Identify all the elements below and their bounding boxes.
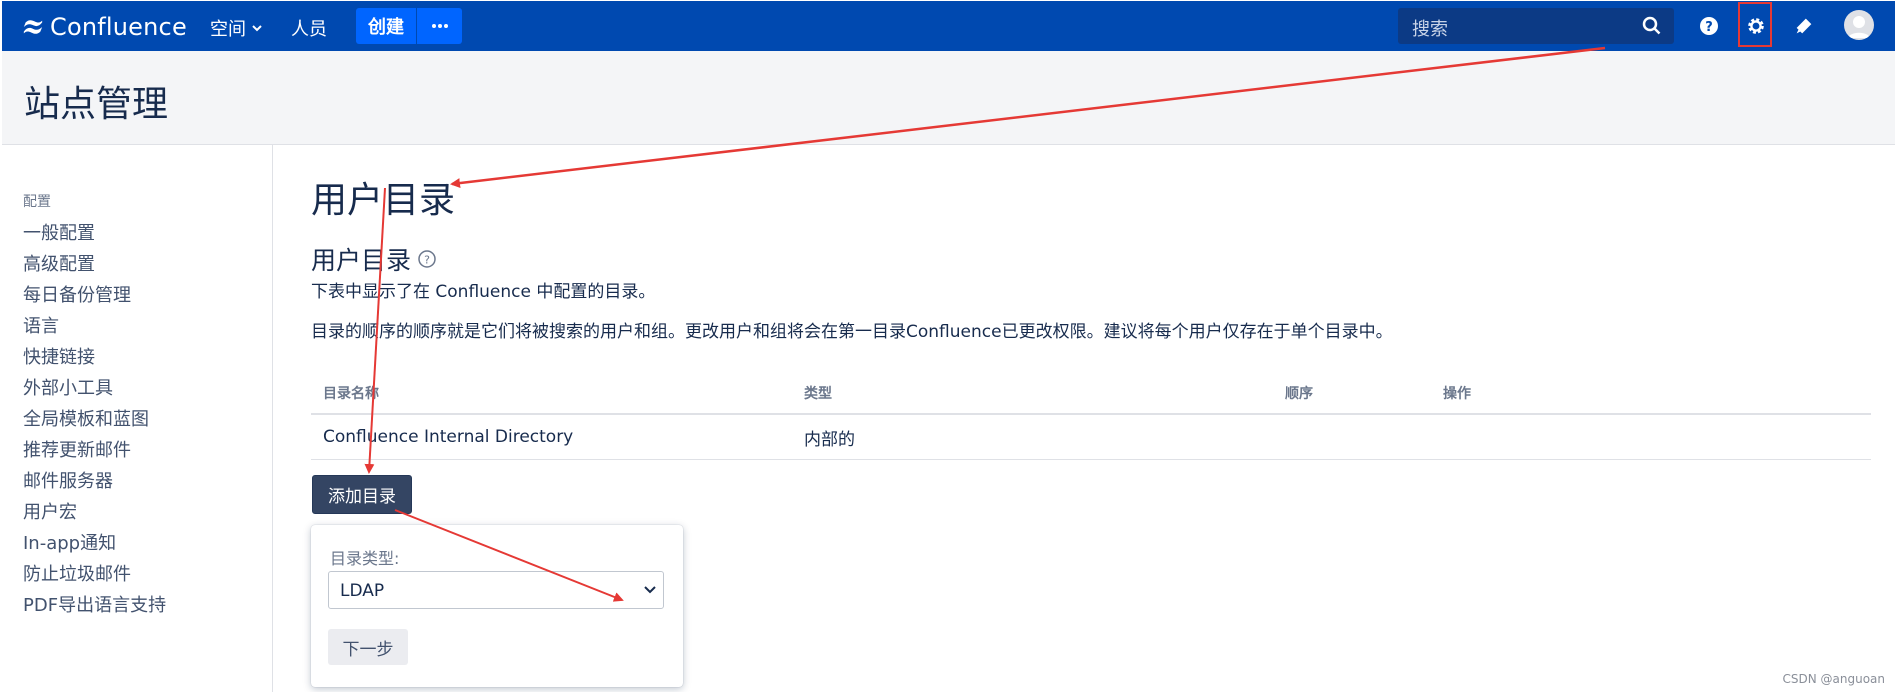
column-header-name: 目录名称 [311, 373, 792, 415]
section-title: 用户目录 ? [311, 241, 437, 277]
sidebar-item-in-app-notifications[interactable]: In-app通知 [23, 529, 116, 555]
sidebar-item-shortcut-links[interactable]: 快捷链接 [23, 343, 95, 369]
settings-highlight-box [1738, 2, 1772, 47]
section-title-text: 用户目录 [311, 246, 412, 275]
directory-type-value: LDAP [340, 581, 385, 601]
more-button[interactable] [417, 8, 462, 44]
main-content: 用户目录 用户目录 ? 下表中显示了在 Confluence 中配置的目录。 目… [273, 145, 1895, 692]
add-directory-popup: 目录类型: LDAP 下一步 [311, 525, 683, 687]
sidebar-item-templates[interactable]: 全局模板和蓝图 [23, 405, 149, 431]
directory-order-note: 目录的顺序的顺序就是它们将被搜索的用户和组。更改用户和组将会在第一目录Confl… [311, 322, 1393, 342]
main-title: 用户目录 [311, 180, 456, 221]
page-header: 站点管理 [2, 51, 1895, 145]
description-text: 下表中显示了在 Confluence 中配置的目录。 [311, 282, 656, 302]
table-header-row: 目录名称 类型 顺序 操作 [311, 373, 1871, 415]
user-icon [1848, 16, 1870, 38]
sidebar-heading: 配置 [23, 194, 51, 210]
spaces-label: 空间 [210, 19, 246, 40]
sidebar-item-mail-servers[interactable]: 邮件服务器 [23, 467, 113, 493]
directory-actions-cell [1431, 414, 1871, 460]
question-mark-icon[interactable]: ? [417, 249, 437, 269]
watermark: CSDN @anguoan [1782, 672, 1885, 686]
directory-type-select[interactable]: LDAP [328, 571, 664, 609]
ellipsis-icon [431, 24, 448, 28]
sidebar-item-general-config[interactable]: 一般配置 [23, 219, 95, 245]
confluence-logo[interactable]: Confluence [22, 13, 187, 41]
logo-text: Confluence [50, 13, 187, 41]
help-icon: ? [1700, 17, 1718, 35]
megaphone-icon [1796, 18, 1812, 34]
sidebar-item-language[interactable]: 语言 [23, 312, 59, 338]
search-placeholder: 搜索 [1412, 19, 1448, 40]
search-icon[interactable] [1642, 16, 1662, 36]
notifications-button[interactable] [1791, 13, 1817, 39]
sidebar-item-advanced-config[interactable]: 高级配置 [23, 250, 95, 276]
directory-order-cell [1273, 414, 1431, 460]
sidebar: 配置 一般配置 高级配置 每日备份管理 语言 快捷链接 外部小工具 全局模板和蓝… [2, 145, 273, 692]
sidebar-item-user-macros[interactable]: 用户宏 [23, 498, 77, 524]
sidebar-item-pdf-language[interactable]: PDF导出语言支持 [23, 591, 166, 617]
add-directory-button[interactable]: 添加目录 [312, 475, 412, 514]
column-header-type: 类型 [792, 373, 1273, 415]
directory-table: 目录名称 类型 顺序 操作 Confluence Internal Direct… [311, 373, 1871, 460]
top-navigation-bar: Confluence 空间 人员 创建 搜索 ? [2, 1, 1895, 51]
sidebar-item-backup[interactable]: 每日备份管理 [23, 281, 131, 307]
directory-name-cell: Confluence Internal Directory [311, 414, 792, 460]
svg-text:?: ? [1705, 20, 1713, 35]
table-row: Confluence Internal Directory 内部的 [311, 414, 1871, 460]
chevron-down-icon [252, 25, 262, 32]
people-link[interactable]: 人员 [291, 15, 327, 41]
directory-type-cell: 内部的 [792, 414, 1273, 460]
directory-type-label: 目录类型: [330, 549, 400, 568]
create-button[interactable]: 创建 [356, 8, 416, 44]
sidebar-item-spam-prevention[interactable]: 防止垃圾邮件 [23, 560, 131, 586]
column-header-actions: 操作 [1431, 373, 1871, 415]
sidebar-item-gadgets[interactable]: 外部小工具 [23, 374, 113, 400]
avatar[interactable] [1844, 10, 1874, 40]
page-title: 站点管理 [24, 84, 169, 125]
people-label: 人员 [291, 19, 327, 40]
chevron-down-icon [644, 586, 656, 594]
confluence-logo-icon [23, 20, 43, 34]
help-button[interactable]: ? [1696, 13, 1722, 39]
spaces-menu[interactable]: 空间 [210, 15, 263, 41]
search-input[interactable]: 搜索 [1398, 8, 1674, 44]
sidebar-item-recommended-email[interactable]: 推荐更新邮件 [23, 436, 131, 462]
column-header-order: 顺序 [1273, 373, 1431, 415]
svg-text:?: ? [424, 254, 430, 267]
next-button[interactable]: 下一步 [328, 629, 408, 665]
